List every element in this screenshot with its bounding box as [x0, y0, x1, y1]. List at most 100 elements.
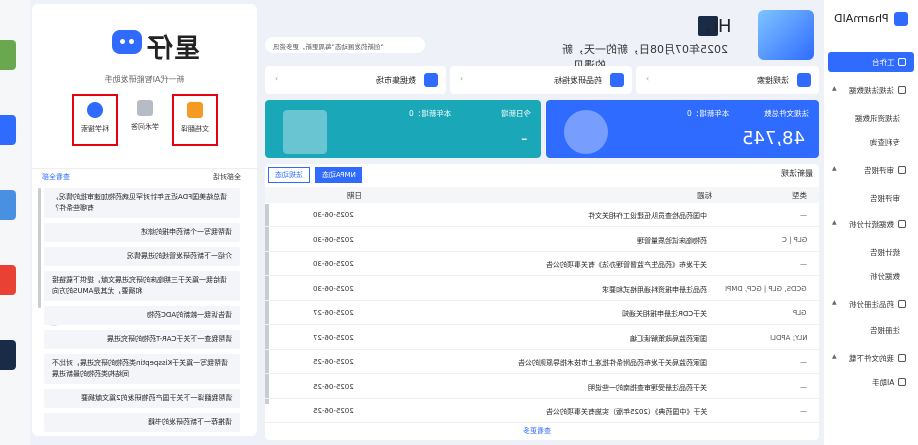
sidebar-item-label: 我的文件下载	[849, 354, 894, 363]
desktop-app-icon[interactable]	[0, 190, 16, 220]
tool-label: 学术问答	[131, 123, 159, 131]
cell-date: 2025-06-25	[313, 382, 354, 391]
list-item[interactable]: 请帮我写一个新药申报的综述	[44, 223, 240, 242]
table-row[interactable]: 2025-06-27 国家药监局政策解读汇编 NLY; APDLI	[265, 327, 819, 350]
tool-doc-translate[interactable]: 文档翻译	[172, 94, 218, 146]
sidebar-item-label: 审评报告	[870, 194, 900, 203]
table-row[interactable]: 2025-06-30 药物临床试验质量管理 GLP | C	[265, 229, 819, 252]
desktop-app-icon[interactable]	[0, 265, 16, 295]
nav-icon	[898, 378, 906, 386]
list-item[interactable]: 请帮我翻译一下关于国产药物研发的2篇文献摘要	[44, 389, 240, 408]
list-item[interactable]: 请帮我写一篇关于Kisspeptin类药物的研究进展，对比不同结构类药物的最新进…	[44, 354, 240, 384]
quick-link-dataset[interactable]: ‹ 数据集市场	[265, 66, 446, 94]
cell-title: 药品注册申报资料通用格式和要求	[602, 285, 707, 294]
cell-date: 2025-06-30	[313, 260, 354, 268]
dashboard-illustration-icon	[758, 10, 814, 60]
chart-icon	[610, 73, 624, 87]
cell-date: 2025-06-30	[313, 235, 354, 244]
tool-science-search[interactable]: 科学搜索	[72, 94, 118, 146]
sidebar-item[interactable]: 数据统计分析 ▲	[828, 214, 914, 234]
cell-type: GLP | C	[781, 235, 807, 244]
cell-date: 2025-06-30	[313, 211, 354, 219]
desktop-app-icon[interactable]	[0, 40, 16, 70]
cell-date: 2025-06-25	[313, 407, 354, 415]
chevron-left-icon: ‹	[646, 74, 650, 83]
chevron-up-icon[interactable]: ▲	[832, 299, 837, 306]
sidebar-item-label: 法规法规数据	[849, 86, 894, 95]
stat-value: -	[520, 128, 528, 149]
sidebar-item-label: 注册报告	[870, 326, 900, 335]
desktop-app-icon[interactable]	[0, 115, 16, 145]
tool-academic-qa[interactable]: 学术问答	[122, 94, 168, 146]
page-icon	[137, 100, 153, 116]
list-item[interactable]: 请总结美国FDA近五年针对罕见病药物加速审批的情况，有哪些条件？	[44, 188, 240, 218]
tool-label: 科学搜索	[81, 125, 109, 133]
chevron-up-icon[interactable]: ▲	[832, 219, 837, 226]
sidebar-item[interactable]: AI助手	[828, 372, 914, 392]
desktop-app-icon[interactable]	[0, 340, 16, 370]
list-item[interactable]: 请给我一篇关于三期临床的研究进展文献，提供下载链接和摘要，尤其是AMUS的方向	[44, 271, 240, 301]
robot-logo-icon	[112, 30, 142, 54]
table-row[interactable]: 2025-06-25 关于《中国药典》（2025年版）实施有关事项的公告 —	[265, 400, 819, 423]
chevron-up-icon[interactable]: ▲	[832, 353, 837, 360]
table-row[interactable]: 2025-06-25 国家药监局关于发布药品附条件批准上市技术指导原则的公告 —	[265, 351, 819, 374]
cell-date: 2025-06-30	[313, 284, 354, 293]
pharmaid-logo-icon	[894, 12, 908, 26]
nav-icon	[898, 58, 906, 66]
stat-today-new[interactable]: 今日新增 本年新增：0 -	[265, 100, 541, 158]
globe-icon	[87, 102, 103, 118]
sidebar-item[interactable]: 法规资讯数据	[828, 108, 914, 128]
assistant-panel: 星仔 新一代AI智能研发助手 文档翻译 学术问答 科学搜索 查看全部 全部对话 …	[32, 4, 257, 436]
sidebar-item[interactable]: 注册报告	[828, 320, 914, 340]
quick-link-regulation-search[interactable]: ‹ 法规搜索	[636, 66, 819, 94]
table-row[interactable]: 2025-06-30 中国药品检查员队伍建设工作相关文件 —	[265, 204, 819, 227]
sidebar-item[interactable]: 法规法规数据 ▲	[828, 80, 914, 100]
sidebar-item[interactable]: 工作台	[828, 52, 914, 72]
nav-icon	[898, 354, 906, 362]
sidebar-item-label: AI助手	[871, 378, 894, 387]
list-item[interactable]: 请告诉我一款新的ADC药物	[44, 306, 240, 325]
view-all-link[interactable]: 查看全部	[42, 172, 70, 182]
list-item[interactable]: 介绍一下新药研发管线的进展情况	[44, 247, 240, 266]
sidebar-item-label: 法规资讯数据	[855, 114, 900, 123]
history-header: 查看全部 全部对话	[32, 168, 257, 184]
sidebar-item[interactable]: 审评报告 ▲	[828, 160, 914, 180]
view-more-link[interactable]: 查看更多	[523, 426, 551, 436]
cell-type: GCDS, GLP | GCP, DMPI	[725, 284, 807, 293]
cell-date: 2025-06-27	[313, 309, 354, 317]
cell-type: —	[800, 382, 807, 391]
sidebar-item[interactable]: 我的文件下载 ▲	[828, 348, 914, 368]
sidebar: PharmAID 工作台 法规法规数据 ▲ 法规资讯数据 专利查询 审评报告 ▲ 审评报告 数据…	[824, 0, 918, 445]
table-row[interactable]: 2025-06-27 关于CDR注册申报相关通知 GLP	[265, 302, 819, 325]
list-item[interactable]: 请推荐一下新药研发的书籍	[44, 413, 240, 432]
sidebar-item[interactable]: 数据分析	[828, 266, 914, 286]
tab-regulation-news[interactable]: 法规动态	[268, 167, 310, 183]
stat-total-regulations[interactable]: 法规文件总数 本年新增：0 48,745	[546, 100, 819, 158]
chevron-up-icon[interactable]: ▲	[832, 165, 837, 172]
cell-type: —	[800, 407, 807, 415]
chevron-left-icon: ‹	[460, 74, 464, 83]
sidebar-item[interactable]: 审评报告	[828, 188, 914, 208]
greeting-hi: Hi，	[695, 16, 732, 37]
history-scrollbar[interactable]	[38, 188, 41, 308]
nav-icon	[898, 86, 906, 94]
quick-link-drug-dev[interactable]: ‹ 药品研发指标	[450, 66, 632, 94]
sidebar-item[interactable]: 专利查询	[828, 132, 914, 152]
table-header: 类型 标题 日期	[265, 187, 819, 203]
sidebar-item[interactable]: 统计报告	[828, 242, 914, 262]
regulation-table: 法规动态 NMPA动态 最新法规 类型 标题 日期 2025-06-30 中国药品…	[265, 164, 819, 440]
cell-title: 药物临床试验质量管理	[637, 236, 707, 245]
desktop-strip	[0, 0, 30, 445]
sidebar-item[interactable]: 药品注册分析 ▲	[828, 294, 914, 314]
cell-type: —	[800, 358, 807, 366]
table-row[interactable]: 2025-06-25 关于药品注册受理审查指南的一些说明 —	[265, 376, 819, 399]
nav-icon	[898, 300, 906, 308]
sidebar-item-label: 专利查询	[870, 138, 900, 147]
tab-nmpa-news[interactable]: NMPA动态	[314, 167, 363, 183]
list-item[interactable]: 请帮我查一下关于CAR-T药物的研究进展	[44, 330, 240, 349]
assistant-subtitle: 新一代AI智能研发助手	[104, 75, 185, 84]
table-row[interactable]: 2025-06-30 药品注册申报资料通用格式和要求 GCDS, GLP | GCP…	[265, 278, 819, 301]
chevron-up-icon[interactable]: ▲	[832, 85, 837, 92]
news-ticker[interactable]: “创新药发展动态”每周更新，更多资讯	[265, 37, 425, 53]
table-row[interactable]: 2025-06-30 关于发布《药品生产监督管理办法》有关事项的公告 —	[265, 253, 819, 276]
